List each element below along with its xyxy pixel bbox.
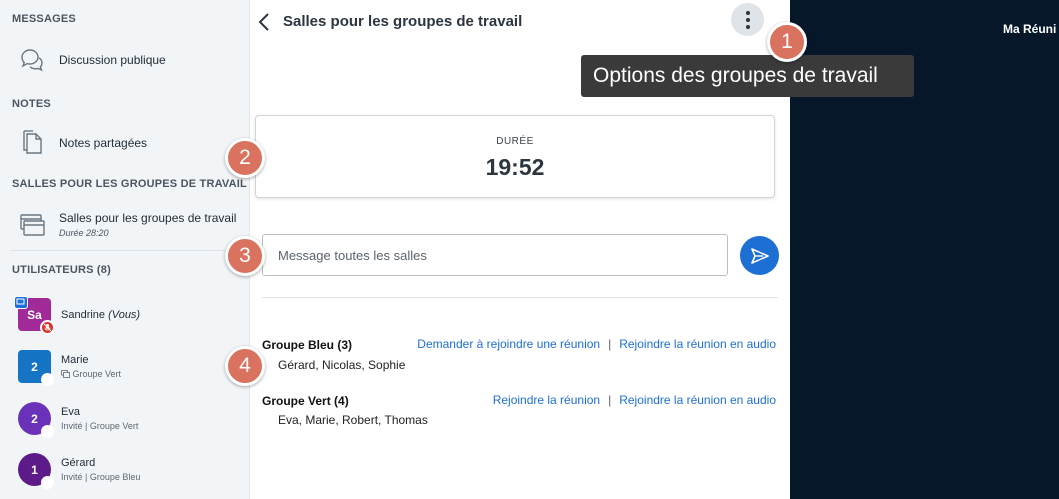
messages-section-title: MESSAGES [12,13,76,25]
user-item[interactable]: 1 Gérard Invité | Groupe Bleu [0,448,249,496]
send-message-button[interactable] [740,236,779,275]
group-actions: Rejoindre la réunion | Rejoindre la réun… [493,393,776,407]
user-name: Marie [61,354,89,366]
group-actions: Demander à rejoindre une réunion | Rejoi… [417,337,776,351]
notes-icon [23,130,42,154]
chat-icon [21,49,43,72]
user-breakout-room: Invité | Groupe Vert [61,421,139,431]
meeting-title: Ma Réuni [1003,22,1057,36]
kebab-dot [745,17,750,22]
sidebar-divider [10,250,238,251]
duration-label: DURÉE [496,136,534,147]
callout-3: 3 [225,236,265,276]
join-meeting-link[interactable]: Rejoindre la réunion [493,393,600,407]
presenter-icon [14,296,28,309]
link-separator: | [608,393,612,407]
breakout-options-button[interactable] [731,3,764,36]
panel-divider [262,297,778,298]
user-name: Eva [61,406,80,418]
group-name: Groupe Bleu (3) [262,338,353,352]
group-name: Groupe Vert (4) [262,394,349,408]
callout-2: 2 [225,138,265,178]
group-members: Gérard, Nicolas, Sophie [278,358,406,372]
user-breakout-room: Groupe Vert [61,369,121,379]
options-tooltip: Options des groupes de travail [581,55,914,97]
avatar: 2 [18,350,54,386]
panel-title: Salles pour les groupes de travail [283,13,523,30]
public-chat-label: Discussion publique [59,53,166,67]
notes-section-title: NOTES [12,98,51,110]
user-item[interactable]: 2 Eva Invité | Groupe Vert [0,396,249,444]
user-breakout-room: Invité | Groupe Bleu [61,472,141,482]
join-audio-link[interactable]: Rejoindre la réunion en audio [619,337,776,351]
duration-value: 19:52 [485,154,545,180]
callout-1: 1 [767,22,807,62]
link-separator: | [608,337,612,351]
muted-microphone-icon [40,320,55,335]
join-audio-link[interactable]: Rejoindre la réunion en audio [619,393,776,407]
breakout-rooms-icon [20,214,45,236]
chevron-left-icon[interactable] [256,11,274,33]
request-join-link[interactable]: Demander à rejoindre une réunion [417,337,600,351]
breakout-duration: Durée 28:20 [59,228,109,238]
avatar: 1 [18,453,54,489]
callout-4: 4 [225,346,265,386]
sidebar: MESSAGES Discussion publique NOTES Notes… [0,0,250,499]
duration-box: DURÉE 19:52 [255,115,775,198]
sidebar-item-shared-notes[interactable]: Notes partagées [0,126,249,158]
send-icon [750,247,769,264]
kebab-dot [745,24,750,29]
message-all-rooms-input[interactable] [262,234,728,276]
users-section-title: UTILISATEURS (8) [12,264,111,276]
breakout-rooms-icon [61,370,70,378]
user-name: Sandrine (Vous) [61,309,141,321]
breakout-rooms-label: Salles pour les groupes de travail [59,211,237,225]
user-name: Gérard [61,457,96,469]
sidebar-item-breakout-rooms[interactable]: Salles pour les groupes de travail Durée… [0,206,249,242]
user-item[interactable]: 2 Marie Groupe Vert [0,346,249,394]
kebab-dot [745,10,750,15]
group-members: Eva, Marie, Robert, Thomas [278,413,428,427]
shared-notes-label: Notes partagées [59,136,148,150]
sidebar-item-public-chat[interactable]: Discussion publique [0,44,249,76]
breakout-section-title: SALLES POUR LES GROUPES DE TRAVAIL [12,178,247,190]
user-item[interactable]: Sa Sandrine (Vous) [0,292,249,340]
avatar: 2 [18,402,54,438]
